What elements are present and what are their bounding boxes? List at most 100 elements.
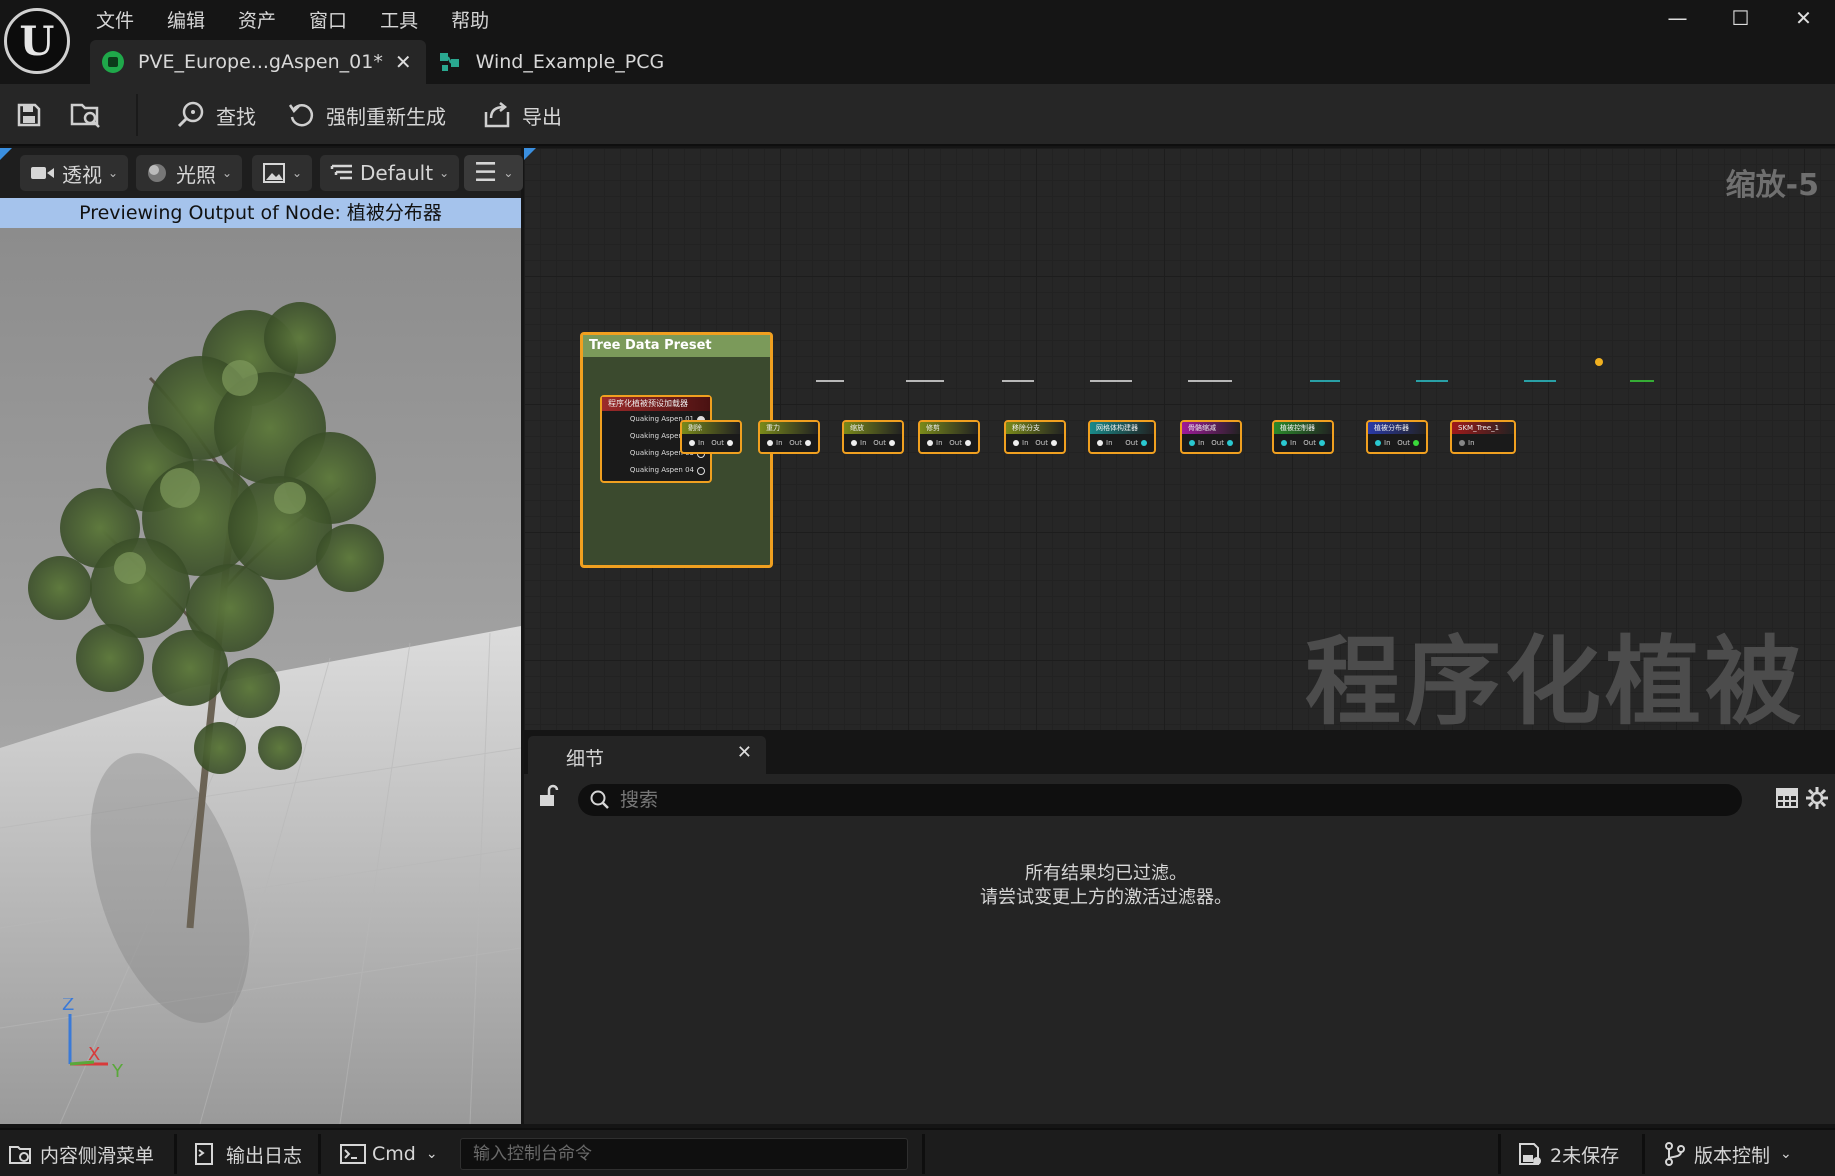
show-dropdown[interactable]: ⌄: [252, 155, 313, 191]
input-pin[interactable]: In: [1186, 439, 1205, 447]
export-button[interactable]: 导出: [482, 93, 562, 137]
terminal-icon: [340, 1144, 366, 1164]
content-drawer-button[interactable]: 内容侧滑菜单: [8, 1136, 154, 1172]
output-pin[interactable]: Out: [873, 439, 898, 447]
menu-edit[interactable]: 编辑: [153, 4, 224, 32]
chevron-down-icon: ⌄: [503, 166, 514, 180]
input-pin[interactable]: In: [1456, 439, 1475, 447]
input-pin[interactable]: In: [848, 439, 867, 447]
viewport-options-menu[interactable]: ☰ ⌄: [464, 155, 524, 191]
cmd-dropdown[interactable]: Cmd ⌄: [340, 1136, 438, 1172]
status-divider: [174, 1134, 177, 1174]
graph-node[interactable]: 网格体构建器 In Out: [1088, 420, 1156, 454]
chevron-down-icon: ⌄: [108, 166, 119, 180]
unlock-icon[interactable]: [538, 784, 560, 808]
table-view-icon[interactable]: [1775, 786, 1799, 810]
pin-dot-icon: [1413, 440, 1419, 446]
details-tab-bar: 细节 ✕: [524, 732, 1835, 774]
menu-window[interactable]: 窗口: [295, 4, 366, 32]
graph-node-title: 植被分布器: [1368, 422, 1426, 434]
cmd-label: Cmd: [372, 1143, 416, 1165]
preview-viewport[interactable]: 透视 ⌄ 光照 ⌄ ⌄ Default ⌄ ☰ ⌄ Previewing Output …: [0, 148, 524, 1124]
unreal-logo-icon[interactable]: U: [4, 8, 70, 74]
menu-asset[interactable]: 资产: [224, 4, 295, 32]
output-pin[interactable]: Out: [1035, 439, 1060, 447]
input-pin[interactable]: In: [1010, 439, 1029, 447]
graph-node[interactable]: 骨骼缩减 In Out: [1180, 420, 1242, 454]
graph-node[interactable]: 植被分布器 In Out: [1366, 420, 1428, 454]
graph-node[interactable]: 剔除 In Out: [680, 420, 742, 454]
graph-node[interactable]: 修剪 In Out: [918, 420, 980, 454]
unsaved-button[interactable]: 2未保存: [1518, 1136, 1619, 1172]
source-control-button[interactable]: 版本控制 ⌄: [1664, 1136, 1792, 1172]
graph-node[interactable]: 移除分支 In Out: [1004, 420, 1066, 454]
viewport-scene[interactable]: Z X Y: [0, 228, 521, 1124]
input-pin-label: In: [860, 439, 867, 447]
input-pin-label: In: [1384, 439, 1391, 447]
pin-dot-icon: [927, 440, 933, 446]
output-pin[interactable]: Out: [1397, 439, 1422, 447]
chevron-down-icon: ⌄: [1780, 1146, 1792, 1162]
console-command-field[interactable]: [460, 1138, 908, 1170]
output-pin[interactable]: Out: [1303, 439, 1328, 447]
output-pin[interactable]: Out: [1125, 439, 1150, 447]
output-pin[interactable]: Out: [711, 439, 736, 447]
output-pin-label: Out: [711, 439, 724, 447]
pin-dot-icon: [1051, 440, 1057, 446]
input-pin[interactable]: In: [1278, 439, 1297, 447]
window-controls: — ☐ ✕: [1646, 0, 1835, 36]
perspective-label: 透视: [62, 162, 102, 187]
graph-node[interactable]: 重力 In Out: [758, 420, 820, 454]
graph-node-pins: In Out: [1006, 434, 1064, 452]
tab-pve-europe-aspen[interactable]: PVE_Europe...gAspen_01* ✕: [90, 40, 426, 84]
tab-label: PVE_Europe...gAspen_01*: [138, 51, 383, 73]
pin-dot-icon: [1459, 440, 1465, 446]
node-graph-canvas[interactable]: 缩放-5 程序化植被 Tree Data Preset 程序化植被预设加载器 Q…: [524, 148, 1835, 730]
browse-folder-icon: [70, 103, 100, 128]
input-pin[interactable]: In: [1372, 439, 1391, 447]
minimize-icon[interactable]: —: [1646, 0, 1709, 36]
regenerate-icon: [288, 104, 314, 127]
tab-details[interactable]: 细节 ✕: [528, 736, 766, 774]
browse-asset-button[interactable]: [70, 93, 112, 137]
input-pin[interactable]: In: [686, 439, 705, 447]
input-pin-label: In: [776, 439, 783, 447]
graph-node[interactable]: SKM_Tree_1 In: [1450, 420, 1516, 454]
close-details-icon[interactable]: ✕: [737, 742, 752, 763]
maximize-icon[interactable]: ☐: [1709, 0, 1772, 36]
details-search-field[interactable]: [578, 784, 1742, 816]
output-pin[interactable]: Out: [789, 439, 814, 447]
graph-node[interactable]: 缩放 In Out: [842, 420, 904, 454]
comment-title: Tree Data Preset: [583, 335, 770, 357]
pin-dot-icon: [767, 440, 773, 446]
console-command-input[interactable]: [473, 1144, 893, 1164]
input-pin[interactable]: In: [764, 439, 783, 447]
title-bar: U 文件 编辑 资产 窗口 工具 帮助 PVE_Europe...gAspen_…: [0, 0, 1835, 84]
perspective-dropdown[interactable]: 透视 ⌄: [20, 155, 129, 191]
input-pin[interactable]: In: [924, 439, 943, 447]
output-pin-label: Out: [1303, 439, 1316, 447]
output-pin[interactable]: Out: [949, 439, 974, 447]
comment-box-tree-data-preset[interactable]: Tree Data Preset 程序化植被预设加载器 Quaking Aspe…: [580, 332, 773, 568]
find-icon: [177, 101, 204, 128]
output-log-button[interactable]: 输出日志: [194, 1136, 302, 1172]
menu-tools[interactable]: 工具: [366, 4, 437, 32]
force-regenerate-button[interactable]: 强制重新生成: [288, 93, 446, 137]
output-pin-aspen-04[interactable]: Quaking Aspen 04: [602, 462, 710, 479]
lighting-dropdown[interactable]: 光照 ⌄: [136, 155, 243, 191]
input-pin[interactable]: In: [1094, 439, 1113, 447]
menu-file[interactable]: 文件: [82, 4, 153, 32]
search-input[interactable]: [620, 789, 1720, 811]
graph-node[interactable]: 植被控制器 In Out: [1272, 420, 1334, 454]
output-pin[interactable]: Out: [1211, 439, 1236, 447]
graph-node-title: 网格体构建器: [1090, 422, 1154, 434]
find-button[interactable]: 查找: [176, 93, 256, 137]
view-mode-dropdown[interactable]: Default ⌄: [320, 155, 460, 191]
tab-wind-example-pcg[interactable]: Wind_Example_PCG: [426, 40, 679, 84]
close-tab-icon[interactable]: ✕: [395, 50, 412, 74]
save-button[interactable]: [16, 93, 52, 137]
gear-icon[interactable]: [1805, 786, 1829, 810]
menu-help[interactable]: 帮助: [437, 4, 508, 32]
close-window-icon[interactable]: ✕: [1772, 0, 1835, 36]
tab-label: Wind_Example_PCG: [475, 51, 665, 73]
